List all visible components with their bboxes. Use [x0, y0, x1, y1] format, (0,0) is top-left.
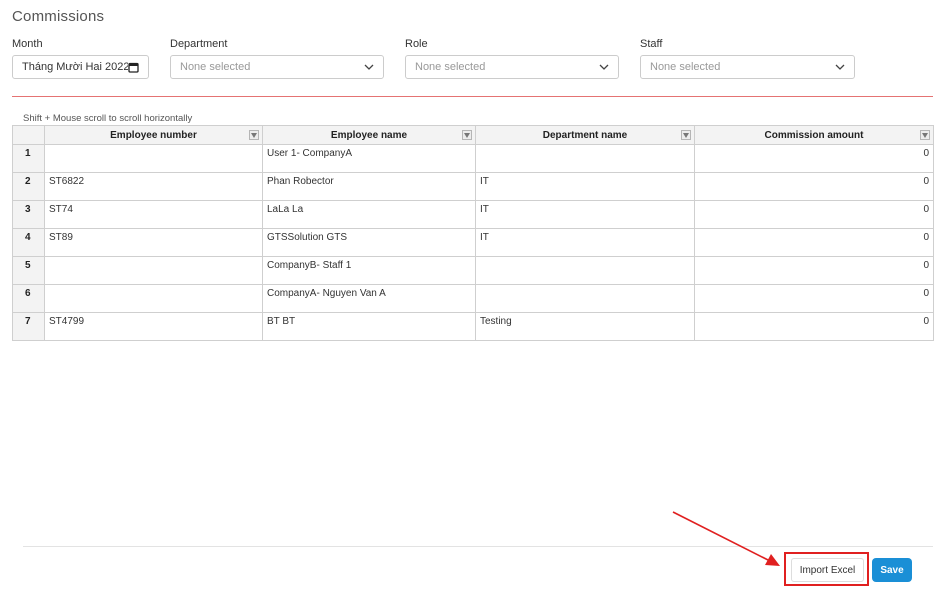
- row-number: 6: [12, 284, 45, 313]
- role-label: Role: [405, 38, 428, 50]
- cell-employee-name[interactable]: LaLa La: [262, 200, 476, 229]
- staff-filter: Staff None selected: [640, 38, 855, 79]
- scroll-hint: Shift + Mouse scroll to scroll horizonta…: [23, 113, 193, 124]
- calendar-icon[interactable]: [128, 62, 139, 73]
- cell-department-name[interactable]: IT: [475, 228, 695, 257]
- table-row: 3 ST74 LaLa La IT 0: [12, 200, 934, 229]
- column-header-label: Commission amount: [764, 129, 864, 141]
- cell-employee-name[interactable]: CompanyA- Nguyen Van A: [262, 284, 476, 313]
- chevron-down-icon: [599, 62, 609, 72]
- table-row: 2 ST6822 Phan Robector IT 0: [12, 172, 934, 201]
- row-number: 2: [12, 172, 45, 201]
- cell-employee-number[interactable]: ST89: [44, 228, 263, 257]
- role-filter: Role None selected: [405, 38, 619, 79]
- table-row: 4 ST89 GTSSolution GTS IT 0: [12, 228, 934, 257]
- cell-employee-name[interactable]: BT BT: [262, 312, 476, 341]
- cell-department-name[interactable]: [475, 144, 695, 173]
- role-select[interactable]: None selected: [405, 55, 619, 79]
- table-header-row: Employee number Employee name Department…: [12, 125, 934, 145]
- table-row: 1 User 1- CompanyA 0: [12, 144, 934, 173]
- staff-placeholder: None selected: [650, 61, 721, 73]
- column-header-commission-amount[interactable]: Commission amount: [694, 125, 934, 145]
- cell-commission-amount[interactable]: 0: [694, 172, 934, 201]
- cell-employee-name[interactable]: CompanyB- Staff 1: [262, 256, 476, 285]
- page: Commissions Month Tháng Mười Hai 2022 De…: [0, 0, 940, 590]
- section-divider: [12, 96, 933, 97]
- column-header-department-name[interactable]: Department name: [475, 125, 695, 145]
- cell-department-name[interactable]: [475, 284, 695, 313]
- department-label: Department: [170, 38, 228, 50]
- page-title: Commissions: [12, 8, 105, 25]
- cell-department-name[interactable]: Testing: [475, 312, 695, 341]
- month-date-input[interactable]: Tháng Mười Hai 2022: [12, 55, 149, 79]
- row-number: 5: [12, 256, 45, 285]
- cell-employee-number[interactable]: ST6822: [44, 172, 263, 201]
- chevron-down-icon: [835, 62, 845, 72]
- cell-department-name[interactable]: IT: [475, 200, 695, 229]
- department-placeholder: None selected: [180, 61, 251, 73]
- cell-employee-number[interactable]: [44, 144, 263, 173]
- commissions-table: Employee number Employee name Department…: [12, 125, 934, 341]
- row-number: 1: [12, 144, 45, 173]
- save-button[interactable]: Save: [872, 558, 912, 582]
- chevron-down-icon: [364, 62, 374, 72]
- column-filter-icon[interactable]: [462, 130, 472, 140]
- table-row: 6 CompanyA- Nguyen Van A 0: [12, 284, 934, 313]
- cell-employee-name[interactable]: User 1- CompanyA: [262, 144, 476, 173]
- table-row: 7 ST4799 BT BT Testing 0: [12, 312, 934, 341]
- column-filter-icon[interactable]: [681, 130, 691, 140]
- month-filter: Month Tháng Mười Hai 2022: [12, 38, 149, 79]
- column-filter-icon[interactable]: [249, 130, 259, 140]
- role-placeholder: None selected: [415, 61, 486, 73]
- cell-commission-amount[interactable]: 0: [694, 284, 934, 313]
- cell-commission-amount[interactable]: 0: [694, 312, 934, 341]
- column-header-employee-number[interactable]: Employee number: [44, 125, 263, 145]
- cell-employee-name[interactable]: Phan Robector: [262, 172, 476, 201]
- table-row: 5 CompanyB- Staff 1 0: [12, 256, 934, 285]
- month-label: Month: [12, 38, 43, 50]
- column-header-label: Department name: [542, 129, 628, 141]
- row-number: 4: [12, 228, 45, 257]
- column-header-label: Employee name: [330, 129, 408, 141]
- column-header-employee-name[interactable]: Employee name: [262, 125, 476, 145]
- cell-department-name[interactable]: IT: [475, 172, 695, 201]
- cell-commission-amount[interactable]: 0: [694, 228, 934, 257]
- cell-commission-amount[interactable]: 0: [694, 256, 934, 285]
- table-corner-cell: [12, 125, 45, 145]
- staff-label: Staff: [640, 38, 663, 50]
- cell-commission-amount[interactable]: 0: [694, 200, 934, 229]
- cell-department-name[interactable]: [475, 256, 695, 285]
- column-filter-icon[interactable]: [920, 130, 930, 140]
- footer-divider: [23, 546, 933, 547]
- department-filter: Department None selected: [170, 38, 384, 79]
- staff-select[interactable]: None selected: [640, 55, 855, 79]
- column-header-label: Employee number: [110, 129, 197, 141]
- cell-employee-number[interactable]: ST4799: [44, 312, 263, 341]
- row-number: 7: [12, 312, 45, 341]
- cell-employee-number[interactable]: [44, 284, 263, 313]
- cell-employee-number[interactable]: ST74: [44, 200, 263, 229]
- month-value: Tháng Mười Hai 2022: [22, 61, 128, 73]
- department-select[interactable]: None selected: [170, 55, 384, 79]
- cell-employee-number[interactable]: [44, 256, 263, 285]
- cell-employee-name[interactable]: GTSSolution GTS: [262, 228, 476, 257]
- import-excel-button[interactable]: Import Excel: [791, 558, 864, 582]
- cell-commission-amount[interactable]: 0: [694, 144, 934, 173]
- row-number: 3: [12, 200, 45, 229]
